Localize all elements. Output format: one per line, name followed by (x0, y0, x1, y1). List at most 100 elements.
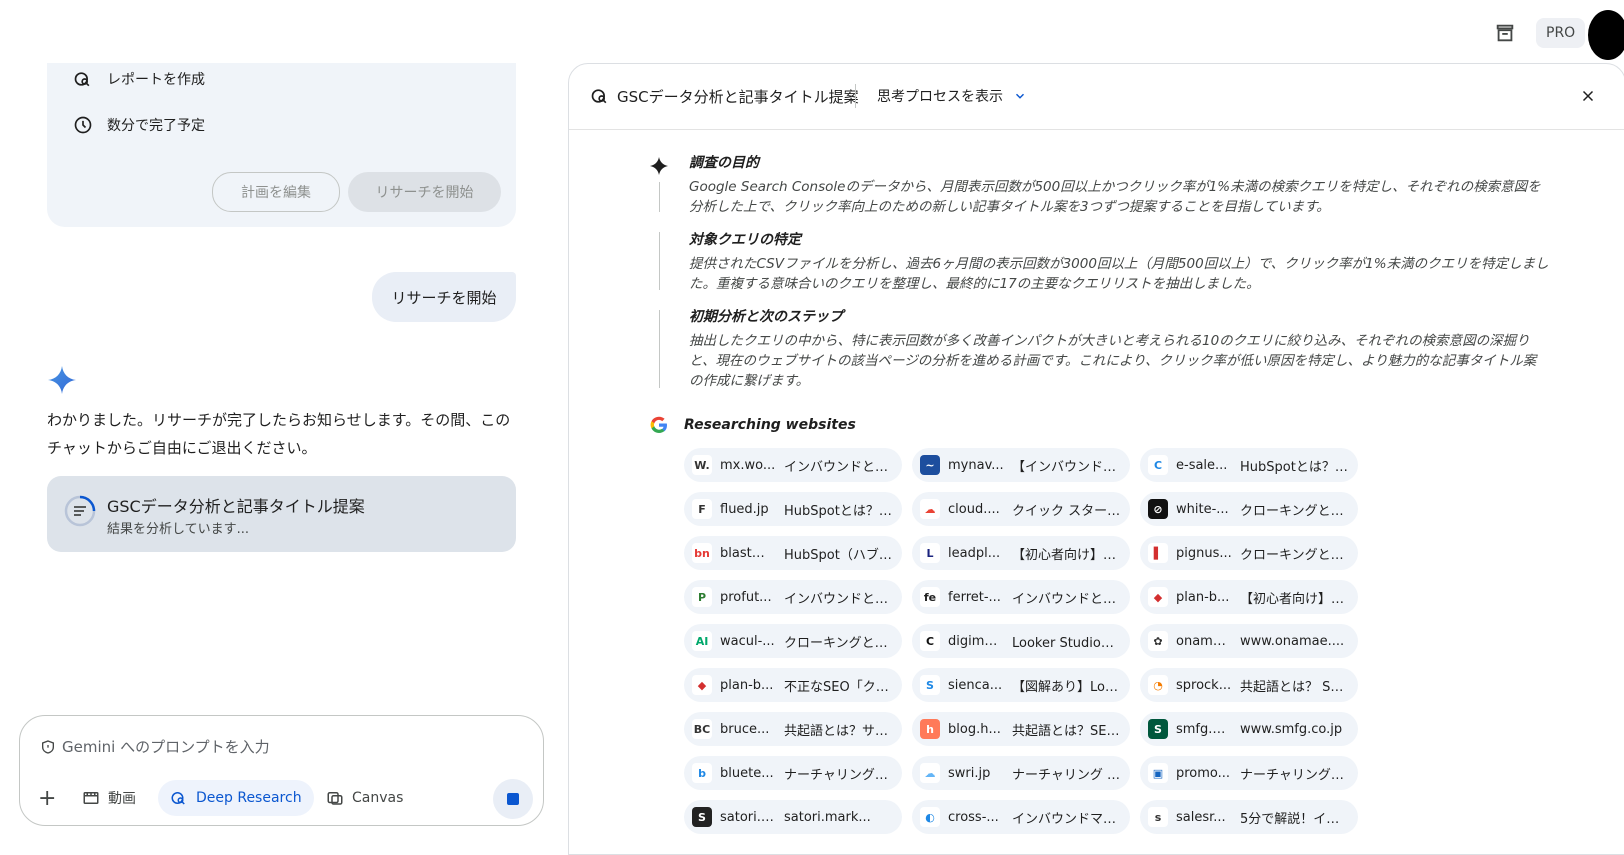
panel-title: GSCデータ分析と記事タイトル提案 (617, 88, 859, 106)
source-chip[interactable]: Ce-sale... HubSpotとは？各... (1140, 448, 1358, 482)
sparkle-icon (650, 157, 668, 175)
clock-icon (74, 116, 92, 134)
prompt-input-box[interactable]: Gemini へのプロンプトを入力 + 動画 Deep Research Can… (19, 715, 544, 826)
source-domain: sienca... (948, 677, 1003, 693)
favicon-icon: ✿ (1148, 631, 1168, 651)
plan-item-time: 数分で完了予定 (73, 115, 205, 135)
source-chip[interactable]: fe ferret-... インバウンドとア... (912, 580, 1130, 614)
video-icon (83, 792, 99, 804)
source-domain: promo... (1176, 765, 1231, 781)
thought-body: 提供されたCSVファイルを分析し、過去6ヶ月間の表示回数が3000回以上（月間5… (689, 256, 1549, 292)
show-process-toggle[interactable]: 思考プロセスを表示 (877, 86, 1027, 106)
source-chip[interactable]: ◆ plan-b... 不正なSEO「クロ... (684, 668, 902, 702)
source-chip[interactable]: ◐ cross-... インバウンドマー... (912, 800, 1130, 834)
favicon-icon: bn (692, 543, 712, 563)
shield-icon (42, 739, 54, 754)
source-chip[interactable]: Ssmfg.co.jp www.smfg.co.jp (1140, 712, 1358, 746)
source-title: Looker Studioの... (1012, 635, 1122, 651)
source-domain: digima... (948, 633, 1004, 649)
source-chip[interactable]: Lleadpl... 【初心者向け】Hu... (912, 536, 1130, 570)
source-domain: onamae.c... (1176, 633, 1232, 649)
research-plan-card: レポートを作成 数分で完了予定 計画を編集 リサーチを開始 (47, 63, 516, 227)
thought-title: 調査の目的 (689, 155, 759, 171)
stop-button[interactable] (493, 779, 533, 819)
source-title: クローキングとは... (784, 635, 894, 651)
source-title: 【インバウンド・... (1012, 459, 1122, 475)
source-domain: smfg.co.jp (1176, 721, 1232, 737)
favicon-icon: F (692, 499, 712, 519)
start-research-button[interactable]: リサーチを開始 (348, 172, 501, 212)
edit-plan-button[interactable]: 計画を編集 (212, 172, 340, 212)
source-chip[interactable]: AI wacul-... クローキングとは... (684, 624, 902, 658)
source-chip[interactable]: W. mx.wo... インバウンドとア... (684, 448, 902, 482)
thought-title: 対象クエリの特定 (689, 232, 801, 248)
source-title: クイック スタート... (1012, 503, 1122, 519)
source-chip[interactable]: Cdigima... Looker Studioの... (912, 624, 1130, 658)
source-chip[interactable]: Fflued.jp HubSpotとは？選... (684, 492, 902, 526)
source-title: satori.mark... (784, 809, 871, 825)
favicon-icon: ⊘ (1148, 499, 1168, 519)
source-title: HubSpotとは？選... (784, 503, 894, 519)
canvas-icon (327, 792, 343, 805)
source-chip[interactable]: ✿ onamae.c... www.onamae.... (1140, 624, 1358, 658)
thought-block: 対象クエリの特定 提供されたCSVファイルを分析し、過去6ヶ月間の表示回数が30… (689, 229, 1549, 294)
source-chip[interactable]: ◔ sprock... 共起語とは？ SEO... (1140, 668, 1358, 702)
close-panel-button[interactable] (1576, 84, 1600, 108)
source-chip[interactable]: b bluete... ナーチャリング（... (684, 756, 902, 790)
source-title: 不正なSEO「クロ... (784, 679, 894, 695)
source-title: www.onamae.... (1240, 633, 1345, 649)
video-tool-button[interactable]: 動画 (82, 780, 136, 816)
chevron-down-icon (1015, 93, 1025, 99)
source-chip[interactable]: Ssienca... 【図解あり】Look... (912, 668, 1130, 702)
add-button[interactable]: + (38, 780, 56, 816)
source-title: 5分で解説！イン... (1240, 811, 1350, 827)
source-chip[interactable]: Pprofut... インバウンドとは... (684, 580, 902, 614)
source-domain: cloud.... (948, 501, 1000, 517)
source-title: インバウンドとア... (1012, 591, 1122, 607)
source-chip[interactable]: ☁ cloud.... クイック スタート... (912, 492, 1130, 526)
source-chip[interactable]: s salesr... 5分で解説！イン... (1140, 800, 1358, 834)
thought-line (659, 232, 660, 290)
source-chip[interactable]: Ssatori.mark... satori.mark... (684, 800, 902, 834)
prompt-input[interactable]: Gemini へのプロンプトを入力 (40, 736, 270, 757)
show-process-label: 思考プロセスを表示 (877, 89, 1003, 105)
favicon-icon: h (920, 719, 940, 739)
source-chip[interactable]: ~ mynav... 【インバウンド・... (912, 448, 1130, 482)
canvas-tool-button[interactable]: Canvas (326, 780, 403, 816)
source-chip[interactable]: BC bruce... 共起語とは？サジ... (684, 712, 902, 746)
user-message: リサーチを開始 (372, 272, 516, 322)
source-chip[interactable]: ☁ swri.jp ナーチャリング - I... (912, 756, 1130, 790)
source-chip[interactable]: ▌ pignus... クローキングとは... (1140, 536, 1358, 570)
source-domain: blog.h... (948, 721, 1001, 737)
research-status-card[interactable]: GSCデータ分析と記事タイトル提案 結果を分析しています... (47, 476, 516, 552)
favicon-icon: L (920, 543, 940, 563)
thought-title: 初期分析と次のステップ (689, 309, 843, 325)
source-title: ナーチャリングと... (1240, 767, 1350, 783)
source-title: HubSpot（ハブス... (784, 547, 894, 563)
avatar[interactable] (1588, 10, 1624, 60)
source-chip[interactable]: bn blastm... HubSpot（ハブス... (684, 536, 902, 570)
assistant-reply: わかりました。リサーチが完了したらお知らせします。その間、このチャットからご自由… (47, 411, 511, 457)
source-chip[interactable]: h blog.h... 共起語とは？SEO... (912, 712, 1130, 746)
plan-item-report: レポートを作成 (73, 69, 205, 89)
source-domain: plan-b... (720, 677, 774, 693)
thought-body: 抽出したクエリの中から、特に表示回数が多く改善インパクトが大きいと考えられる10… (689, 333, 1537, 389)
favicon-icon: ☁ (920, 499, 940, 519)
gemini-sparkle-icon (48, 366, 76, 394)
source-title: クローキングとは... (1240, 503, 1350, 519)
plan-item-label: 数分で完了予定 (107, 118, 205, 134)
favicon-icon: fe (920, 587, 940, 607)
deep-research-button[interactable]: Deep Research (158, 780, 314, 816)
favicon-icon: S (692, 807, 712, 827)
source-chip[interactable]: ⊘ white-... クローキングとは... (1140, 492, 1358, 526)
source-chip[interactable]: ▣ promo... ナーチャリングと... (1140, 756, 1358, 790)
source-domain: e-sale... (1176, 457, 1228, 473)
source-title: 【初心者向け】Hu... (1012, 547, 1122, 563)
source-domain: blastm... (720, 545, 776, 561)
source-chip[interactable]: ◆ plan-b... 【初心者向け】図... (1140, 580, 1358, 614)
video-tool-label: 動画 (108, 791, 136, 807)
source-title: HubSpotとは？各... (1240, 459, 1350, 475)
favicon-icon: C (920, 631, 940, 651)
archive-icon[interactable] (1488, 16, 1522, 50)
favicon-icon: ▌ (1148, 543, 1168, 563)
